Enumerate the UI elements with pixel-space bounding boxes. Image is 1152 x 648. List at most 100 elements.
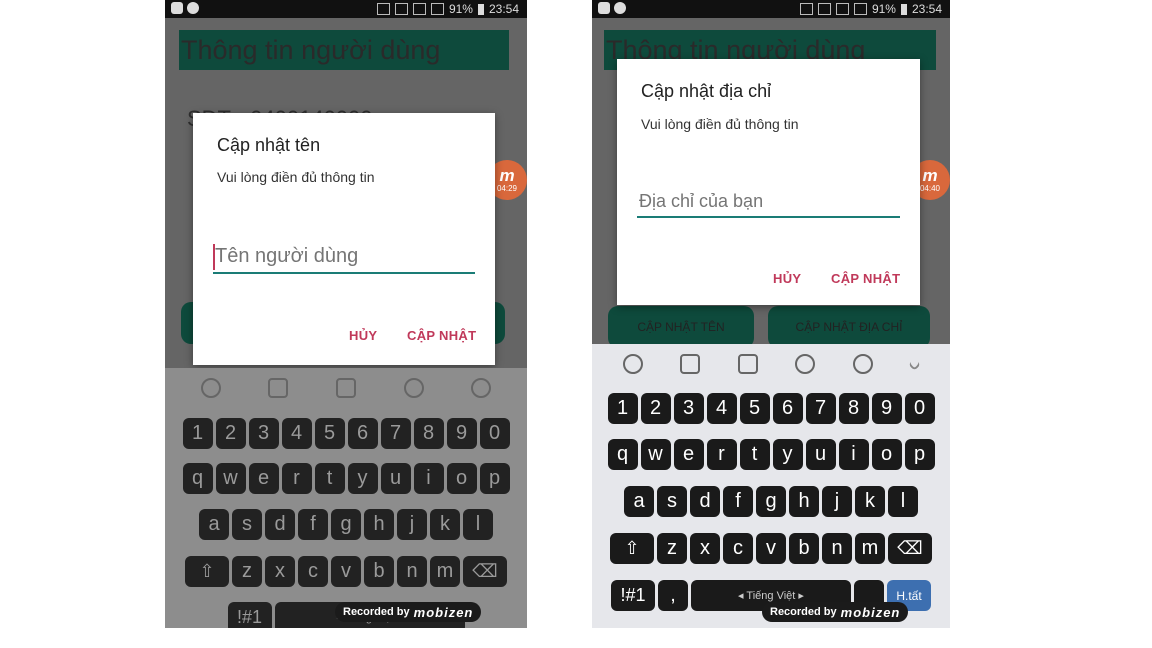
symbols-key[interactable]: !#1 bbox=[227, 602, 272, 628]
key-c[interactable]: c bbox=[298, 556, 328, 587]
key-o[interactable]: o bbox=[446, 463, 477, 494]
key-l[interactable]: l bbox=[463, 509, 493, 540]
key-v[interactable]: v bbox=[331, 556, 361, 587]
onscreen-keyboard: 1 2 3 4 5 6 7 8 9 0 q w e r t y u i o p … bbox=[165, 368, 527, 628]
key-p[interactable]: p bbox=[479, 463, 510, 494]
key-t[interactable]: t bbox=[739, 439, 770, 470]
key-m[interactable]: m bbox=[430, 556, 460, 587]
emoji-icon[interactable] bbox=[622, 354, 643, 374]
user-name-input[interactable] bbox=[213, 245, 475, 274]
key-j[interactable]: j bbox=[822, 486, 852, 517]
address-input[interactable] bbox=[637, 191, 900, 218]
confirm-update-button[interactable]: CẬP NHẬT bbox=[401, 327, 482, 344]
key-l[interactable]: l bbox=[888, 486, 918, 517]
key-g[interactable]: g bbox=[331, 509, 361, 540]
key-7[interactable]: 7 bbox=[805, 393, 836, 424]
key-0[interactable]: 0 bbox=[904, 393, 935, 424]
key-4[interactable]: 4 bbox=[281, 418, 312, 449]
key-4[interactable]: 4 bbox=[706, 393, 737, 424]
key-8[interactable]: 8 bbox=[838, 393, 869, 424]
key-7[interactable]: 7 bbox=[380, 418, 411, 449]
key-y[interactable]: y bbox=[347, 463, 378, 494]
cancel-button[interactable]: HỦY bbox=[343, 327, 383, 344]
key-x[interactable]: x bbox=[690, 533, 720, 564]
key-6[interactable]: 6 bbox=[347, 418, 378, 449]
key-b[interactable]: b bbox=[364, 556, 394, 587]
key-f[interactable]: f bbox=[723, 486, 753, 517]
key-r[interactable]: r bbox=[706, 439, 737, 470]
key-b[interactable]: b bbox=[789, 533, 819, 564]
backspace-key[interactable]: ⌫ bbox=[888, 533, 932, 564]
key-2[interactable]: 2 bbox=[640, 393, 671, 424]
key-i[interactable]: i bbox=[838, 439, 869, 470]
chevron-down-icon[interactable] bbox=[908, 357, 922, 371]
key-y[interactable]: y bbox=[772, 439, 803, 470]
comma-key[interactable]: , bbox=[658, 580, 688, 611]
settings-gear-icon[interactable] bbox=[471, 378, 492, 398]
cancel-button[interactable]: HỦY bbox=[767, 270, 807, 287]
key-t[interactable]: t bbox=[314, 463, 345, 494]
key-2[interactable]: 2 bbox=[215, 418, 246, 449]
key-s[interactable]: s bbox=[232, 509, 262, 540]
backspace-key[interactable]: ⌫ bbox=[463, 556, 507, 587]
key-w[interactable]: w bbox=[640, 439, 671, 470]
key-3[interactable]: 3 bbox=[248, 418, 279, 449]
symbols-key[interactable]: !#1 bbox=[611, 580, 655, 611]
key-8[interactable]: 8 bbox=[413, 418, 444, 449]
key-h[interactable]: h bbox=[789, 486, 819, 517]
sticker-icon[interactable] bbox=[268, 378, 289, 398]
key-m[interactable]: m bbox=[855, 533, 885, 564]
key-j[interactable]: j bbox=[397, 509, 427, 540]
key-c[interactable]: c bbox=[723, 533, 753, 564]
key-k[interactable]: k bbox=[430, 509, 460, 540]
key-r[interactable]: r bbox=[281, 463, 312, 494]
key-p[interactable]: p bbox=[904, 439, 935, 470]
key-1[interactable]: 1 bbox=[607, 393, 638, 424]
emoji-icon[interactable] bbox=[200, 378, 221, 398]
gif-icon[interactable] bbox=[737, 354, 758, 374]
key-a[interactable]: a bbox=[624, 486, 654, 517]
microphone-icon[interactable] bbox=[403, 378, 424, 398]
key-k[interactable]: k bbox=[855, 486, 885, 517]
key-d[interactable]: d bbox=[690, 486, 720, 517]
confirm-update-button[interactable]: CẬP NHẬT bbox=[825, 270, 906, 287]
key-e[interactable]: e bbox=[248, 463, 279, 494]
key-i[interactable]: i bbox=[413, 463, 444, 494]
key-0[interactable]: 0 bbox=[479, 418, 510, 449]
letter-row-2: a s d f g h j k l bbox=[592, 486, 950, 517]
key-x[interactable]: x bbox=[265, 556, 295, 587]
settings-gear-icon[interactable] bbox=[852, 354, 873, 374]
key-5[interactable]: 5 bbox=[739, 393, 770, 424]
key-w[interactable]: w bbox=[215, 463, 246, 494]
update-address-button[interactable]: CẬP NHẬT ĐỊA CHỈ bbox=[768, 306, 930, 348]
key-f[interactable]: f bbox=[298, 509, 328, 540]
key-n[interactable]: n bbox=[397, 556, 427, 587]
key-n[interactable]: n bbox=[822, 533, 852, 564]
shift-key[interactable]: ⇧ bbox=[185, 556, 229, 587]
key-3[interactable]: 3 bbox=[673, 393, 704, 424]
key-h[interactable]: h bbox=[364, 509, 394, 540]
key-u[interactable]: u bbox=[805, 439, 836, 470]
shift-key[interactable]: ⇧ bbox=[610, 533, 654, 564]
key-1[interactable]: 1 bbox=[182, 418, 213, 449]
key-u[interactable]: u bbox=[380, 463, 411, 494]
key-9[interactable]: 9 bbox=[446, 418, 477, 449]
key-9[interactable]: 9 bbox=[871, 393, 902, 424]
key-5[interactable]: 5 bbox=[314, 418, 345, 449]
sticker-icon[interactable] bbox=[680, 354, 701, 374]
key-q[interactable]: q bbox=[607, 439, 638, 470]
update-name-button[interactable]: CẬP NHẬT TÊN bbox=[608, 306, 754, 348]
key-g[interactable]: g bbox=[756, 486, 786, 517]
key-d[interactable]: d bbox=[265, 509, 295, 540]
key-s[interactable]: s bbox=[657, 486, 687, 517]
key-z[interactable]: z bbox=[232, 556, 262, 587]
key-o[interactable]: o bbox=[871, 439, 902, 470]
key-z[interactable]: z bbox=[657, 533, 687, 564]
key-a[interactable]: a bbox=[199, 509, 229, 540]
key-v[interactable]: v bbox=[756, 533, 786, 564]
key-q[interactable]: q bbox=[182, 463, 213, 494]
key-6[interactable]: 6 bbox=[772, 393, 803, 424]
key-e[interactable]: e bbox=[673, 439, 704, 470]
microphone-icon[interactable] bbox=[795, 354, 816, 374]
gif-icon[interactable] bbox=[335, 378, 356, 398]
